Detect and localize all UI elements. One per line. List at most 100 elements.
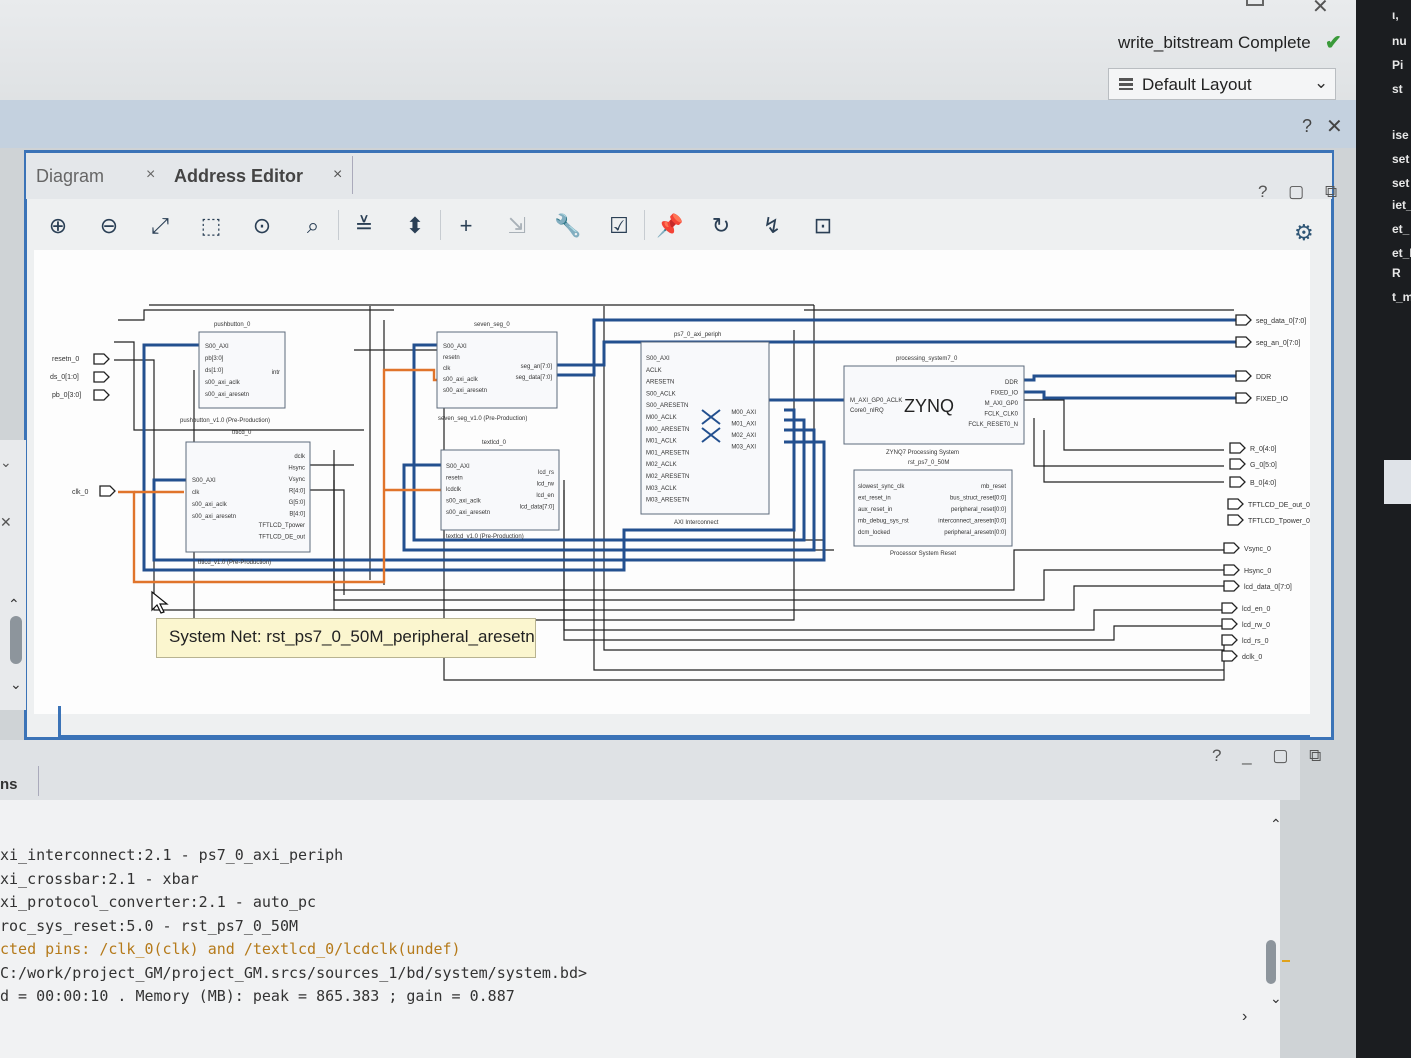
pin-label: aux_reset_in bbox=[858, 507, 892, 513]
output-port[interactable] bbox=[1221, 602, 1238, 614]
layout-select[interactable]: Default Layout ⌄ bbox=[1108, 68, 1336, 100]
pin-label: mb_debug_sys_rst bbox=[858, 519, 909, 525]
pin-label: M02_ARESETN bbox=[646, 474, 689, 480]
pin-label: seg_an[7:0] bbox=[521, 364, 553, 370]
pin-label: M01_ARESETN bbox=[646, 450, 689, 456]
tab-console[interactable]: ns bbox=[0, 776, 18, 793]
pin-label: lcd_rs bbox=[538, 470, 554, 476]
pin-label: S00_ARESETN bbox=[646, 403, 688, 409]
tab-address-editor[interactable]: Address Editor bbox=[174, 166, 303, 187]
output-port[interactable] bbox=[1223, 580, 1240, 592]
chevron-down-icon[interactable]: ⌄ bbox=[1270, 990, 1282, 1007]
port-label: lcd_data_0[7:0] bbox=[1244, 584, 1292, 591]
tab-close-icon[interactable]: × bbox=[146, 166, 155, 184]
pin-label: s00_axi_aresetn bbox=[205, 392, 249, 398]
output-port[interactable] bbox=[1235, 314, 1252, 326]
output-port[interactable] bbox=[1223, 564, 1240, 576]
toolbar-separator bbox=[440, 210, 441, 240]
collapse-all-icon[interactable]: ≚ bbox=[346, 208, 382, 244]
tcl-console-header bbox=[0, 740, 1300, 800]
console-scrollbar[interactable]: ⌃ ⌄ bbox=[1262, 810, 1296, 1020]
properties-icon[interactable]: 🔧 bbox=[550, 208, 586, 244]
validate-design-icon[interactable]: ☑ bbox=[601, 208, 637, 244]
pin-label: M03_AXI bbox=[731, 445, 756, 451]
minimize-icon[interactable] bbox=[1246, 0, 1264, 6]
chevron-up-icon[interactable]: ⌃ bbox=[8, 596, 20, 613]
pin-label: ext_reset_in bbox=[858, 496, 891, 502]
output-port[interactable] bbox=[1221, 618, 1238, 630]
pin-label: s00_axi_aclk bbox=[192, 502, 228, 508]
add-ip-icon[interactable]: + bbox=[448, 208, 484, 244]
close-icon[interactable]: ✕ bbox=[1326, 114, 1343, 139]
scrollbar-thumb[interactable] bbox=[1266, 940, 1276, 984]
port-label: DDR bbox=[1256, 374, 1271, 381]
mouse-cursor-icon bbox=[151, 590, 169, 614]
chevron-down-icon[interactable]: ⌄ bbox=[10, 676, 22, 693]
port-label: TFTLCD_DE_out_0 bbox=[1248, 502, 1310, 509]
ip-integrator-icon[interactable]: ⊡ bbox=[805, 208, 841, 244]
zoom-in-icon[interactable]: ⊕ bbox=[40, 208, 76, 244]
adjacent-window-text: t_m bbox=[1392, 290, 1411, 304]
output-port[interactable] bbox=[1229, 476, 1246, 488]
block-subtitle: ZYNQ7 Processing System bbox=[886, 450, 959, 456]
auto-fit-selection-icon[interactable]: ⊙ bbox=[244, 208, 280, 244]
adjacent-window-text: et_I bbox=[1392, 246, 1411, 260]
port-label: clk_0 bbox=[72, 489, 88, 496]
tab-diagram[interactable]: Diagram bbox=[36, 166, 104, 187]
output-port[interactable] bbox=[1221, 634, 1238, 646]
pin-label: S00_AXI bbox=[205, 344, 229, 350]
pin-label: intr bbox=[272, 370, 280, 376]
output-port[interactable] bbox=[1235, 370, 1252, 382]
adjacent-window-text: et_ bbox=[1392, 222, 1410, 236]
tab-close-icon[interactable]: × bbox=[333, 166, 342, 184]
output-port[interactable] bbox=[1223, 542, 1240, 554]
pin-label: M01_AXI bbox=[731, 422, 756, 428]
output-port[interactable] bbox=[1229, 458, 1246, 470]
pin-label: pb[3:0] bbox=[205, 356, 224, 362]
optimize-routing-icon[interactable]: ↯ bbox=[754, 208, 790, 244]
console-line: roc_sys_reset:5.0 - rst_ps7_0_50M bbox=[0, 916, 299, 935]
close-icon[interactable]: ✕ bbox=[1312, 0, 1329, 19]
tab-divider bbox=[352, 156, 353, 194]
zoom-fit-icon[interactable]: ⤢ bbox=[142, 208, 178, 244]
gear-icon[interactable]: ⚙ bbox=[1294, 220, 1314, 246]
output-port[interactable] bbox=[1227, 498, 1244, 510]
chevron-right-icon[interactable]: › bbox=[1242, 1008, 1247, 1026]
close-icon[interactable]: ✕ bbox=[0, 514, 12, 531]
output-port[interactable] bbox=[1221, 650, 1238, 662]
output-port[interactable] bbox=[1227, 514, 1244, 526]
block-title: processing_system7_0 bbox=[896, 356, 958, 362]
output-port[interactable] bbox=[1235, 392, 1252, 404]
panel-border bbox=[58, 706, 1310, 738]
pin-label: M02_ACLK bbox=[646, 462, 677, 468]
output-port[interactable] bbox=[1235, 336, 1252, 348]
toolbar-separator bbox=[338, 210, 339, 240]
chevron-down-icon: ⌄ bbox=[1314, 73, 1329, 92]
adjacent-window-text: st bbox=[1392, 82, 1403, 96]
pin-label: S00_ACLK bbox=[646, 391, 676, 397]
search-icon[interactable]: ⌕ bbox=[295, 208, 331, 244]
warning-marker bbox=[1282, 960, 1290, 962]
run-status-text: write_bitstream Complete bbox=[1118, 33, 1311, 52]
port-label: resetn_0 bbox=[52, 356, 79, 363]
make-external-icon[interactable]: ⇲ bbox=[499, 208, 535, 244]
expand-all-icon[interactable]: ⬍ bbox=[397, 208, 433, 244]
zoom-out-icon[interactable]: ⊖ bbox=[91, 208, 127, 244]
adjacent-window-highlight bbox=[1384, 460, 1411, 504]
output-port[interactable] bbox=[1229, 442, 1246, 454]
pin-label: Core0_nIRQ bbox=[850, 408, 884, 414]
chevron-up-icon[interactable]: ⌃ bbox=[1270, 816, 1282, 833]
panel-window-controls[interactable]: ? _ ▢ ⧉ bbox=[1212, 746, 1329, 766]
chevron-down-icon[interactable]: ⌄ bbox=[0, 454, 12, 471]
regenerate-layout-icon[interactable]: ↻ bbox=[703, 208, 739, 244]
panel-window-controls[interactable]: ? ▢ ⧉ bbox=[1258, 182, 1345, 202]
zoom-area-icon[interactable]: ⬚ bbox=[193, 208, 229, 244]
pin-label: s00_axi_aclk bbox=[205, 380, 241, 386]
pin-icon[interactable]: 📌 bbox=[652, 208, 688, 244]
pin-label: S00_AXI bbox=[446, 464, 470, 470]
pin-label: resetn bbox=[446, 476, 463, 482]
port-label: Hsync_0 bbox=[1244, 568, 1271, 575]
pin-label: clk bbox=[192, 490, 200, 496]
scrollbar-thumb[interactable] bbox=[10, 616, 22, 664]
help-icon[interactable]: ? bbox=[1302, 116, 1312, 137]
